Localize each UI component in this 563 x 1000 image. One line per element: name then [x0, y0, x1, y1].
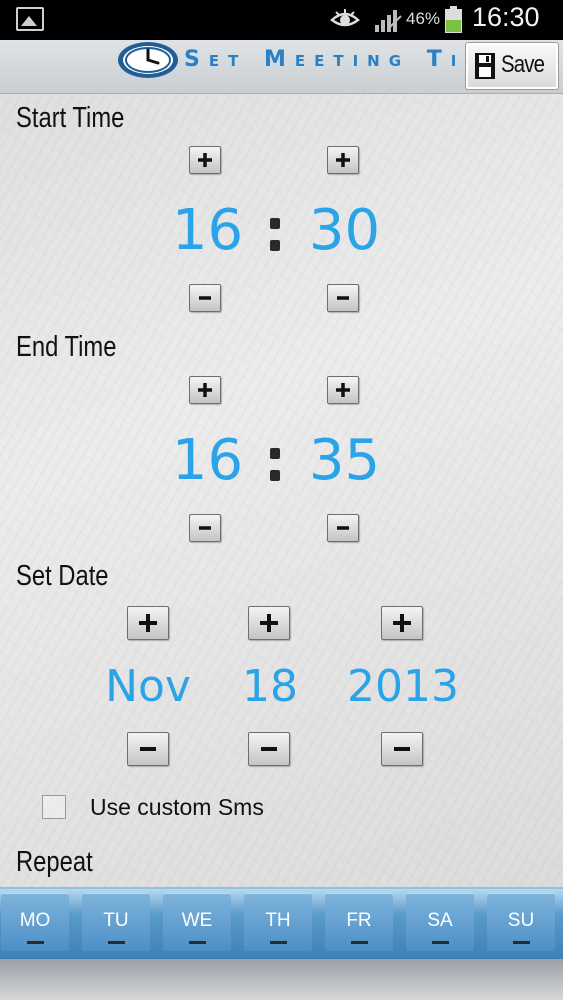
day-indicator [270, 941, 287, 944]
plus-icon [198, 383, 212, 397]
year-value: 2013 [347, 661, 459, 712]
day-value: 18 [242, 661, 298, 712]
day-label: SU [507, 910, 535, 931]
day-toggle-tu[interactable]: TU [82, 893, 150, 951]
month-value: Nov [105, 661, 191, 712]
start-hour-value: 16 [171, 198, 244, 263]
month-decrement-button[interactable] [127, 732, 169, 766]
day-indicator [432, 941, 449, 944]
battery-icon [445, 6, 462, 33]
start-time-colon [269, 214, 281, 254]
day-toggle-we[interactable]: WE [163, 893, 231, 951]
plus-icon [198, 153, 212, 167]
end-time-colon [269, 444, 281, 484]
signal-icon [375, 10, 402, 32]
day-label: TU [103, 910, 129, 931]
minus-icon [394, 747, 410, 751]
gallery-icon [16, 7, 44, 31]
day-label: WE [181, 910, 213, 931]
plus-icon [393, 614, 411, 632]
day-toggle-mo[interactable]: MO [1, 893, 69, 951]
end-minute-increment-button[interactable] [327, 376, 359, 404]
day-decrement-button[interactable] [248, 732, 290, 766]
day-label: SA [427, 910, 453, 931]
page-title: Set Meeting Time [184, 47, 509, 72]
set-date-label: Set Date [16, 560, 109, 592]
day-indicator [189, 941, 206, 944]
year-increment-button[interactable] [381, 606, 423, 640]
save-button[interactable]: Save [465, 42, 559, 90]
clock-icon [118, 42, 178, 78]
minus-icon [199, 296, 211, 300]
plus-icon [139, 614, 157, 632]
status-time: 16:30 [472, 2, 540, 32]
eye-icon [330, 9, 360, 27]
day-label: MO [19, 910, 51, 931]
day-indicator [351, 941, 368, 944]
end-time-label: End Time [16, 331, 117, 363]
repeat-label: Repeat [16, 846, 93, 878]
status-bar: 46% 16:30 [0, 0, 563, 40]
minus-icon [261, 747, 277, 751]
minus-icon [337, 526, 349, 530]
day-toggle-fr[interactable]: FR [325, 893, 393, 951]
day-indicator [513, 941, 530, 944]
plus-icon [336, 153, 350, 167]
start-minute-decrement-button[interactable] [327, 284, 359, 312]
month-increment-button[interactable] [127, 606, 169, 640]
end-minute-value: 35 [308, 428, 381, 493]
battery-percent: 46% [406, 9, 441, 28]
end-hour-value: 16 [171, 428, 244, 493]
custom-sms-checkbox[interactable] [42, 795, 66, 819]
day-label: TH [265, 910, 291, 931]
end-minute-decrement-button[interactable] [327, 514, 359, 542]
minus-icon [140, 747, 156, 751]
save-button-label: Save [501, 51, 545, 78]
day-toggle-su[interactable]: SU [487, 893, 555, 951]
floppy-icon [475, 53, 495, 79]
bottom-panel [0, 959, 563, 1000]
plus-icon [260, 614, 278, 632]
start-minute-value: 30 [308, 198, 381, 263]
minus-icon [337, 296, 349, 300]
minus-icon [199, 526, 211, 530]
year-decrement-button[interactable] [381, 732, 423, 766]
custom-sms-label: Use custom Sms [90, 794, 264, 820]
start-hour-increment-button[interactable] [189, 146, 221, 174]
day-indicator [108, 941, 125, 944]
day-indicator [27, 941, 44, 944]
end-hour-decrement-button[interactable] [189, 514, 221, 542]
start-hour-decrement-button[interactable] [189, 284, 221, 312]
day-increment-button[interactable] [248, 606, 290, 640]
start-time-label: Start Time [16, 102, 125, 134]
day-label: FR [346, 910, 372, 931]
day-toggle-sa[interactable]: SA [406, 893, 474, 951]
end-hour-increment-button[interactable] [189, 376, 221, 404]
day-toggle-th[interactable]: TH [244, 893, 312, 951]
plus-icon [336, 383, 350, 397]
start-minute-increment-button[interactable] [327, 146, 359, 174]
